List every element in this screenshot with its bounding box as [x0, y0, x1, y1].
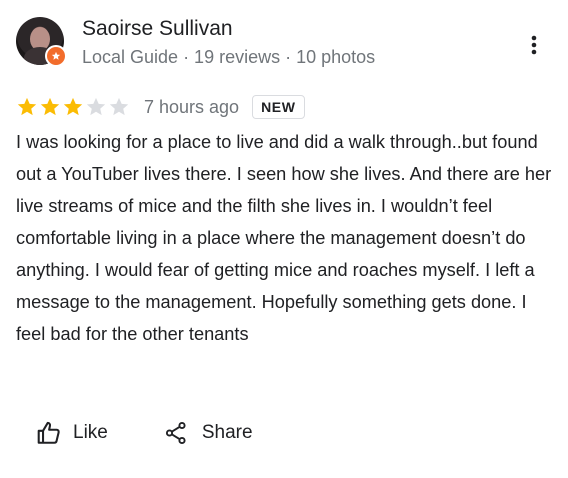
reviewer-name[interactable]: Saoirse Sullivan: [82, 16, 233, 42]
share-button[interactable]: Share: [164, 420, 253, 446]
new-badge: NEW: [252, 95, 305, 119]
review-actions: Like Share: [36, 420, 253, 446]
reviewer-avatar[interactable]: [16, 17, 67, 67]
share-icon: [165, 421, 186, 445]
rating-row: 7 hours ago NEW: [16, 92, 305, 122]
reviewer-meta: Local Guide · 19 reviews · 10 photos: [82, 47, 376, 67]
thumb-up-icon: [37, 421, 60, 444]
star-empty-icon: [109, 97, 129, 116]
review-text: I was looking for a place to live and di…: [16, 132, 552, 344]
local-guide-badge-icon: [45, 45, 67, 67]
more-vert-icon: [531, 35, 537, 55]
star-empty-icon: [86, 97, 106, 116]
like-label: Like: [73, 422, 108, 443]
star-rating: [16, 96, 130, 118]
star-filled-icon: [63, 97, 83, 116]
local-guide-star-icon: [51, 51, 61, 60]
more-options-button[interactable]: [522, 33, 546, 57]
star-filled-icon: [40, 97, 60, 116]
like-button[interactable]: Like: [36, 420, 108, 446]
star-filled-icon: [17, 97, 37, 116]
review-time: 7 hours ago: [144, 96, 240, 117]
share-label: Share: [201, 422, 253, 443]
